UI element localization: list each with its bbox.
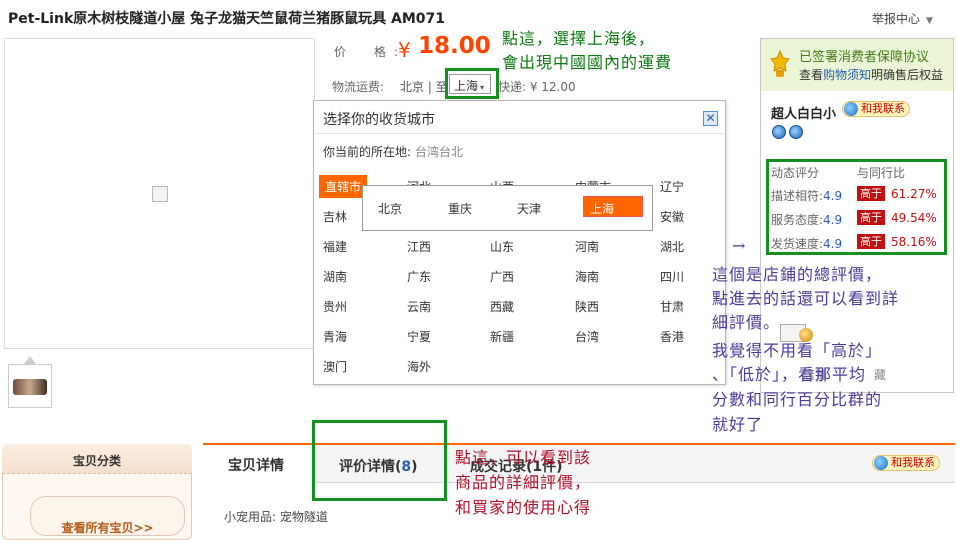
guarantee-hand-icon	[769, 49, 791, 78]
item-category: 小宠用品: 宠物隧道	[224, 510, 328, 524]
province-qinghai[interactable]: 青海	[323, 328, 347, 345]
province-jiangxi[interactable]: 江西	[407, 238, 431, 255]
product-title: Pet-Link原木树枝隧道小屋 兔子龙猫天竺鼠荷兰猪豚鼠玩具 AM071	[8, 11, 445, 27]
thumbnail-image	[13, 379, 47, 395]
province-hunan[interactable]: 湖南	[323, 268, 347, 285]
shopping-notice-link[interactable]: 购物须知	[823, 68, 871, 82]
guarantee-title: 已签署消费者保障协议	[799, 50, 930, 65]
wangwang-icon	[844, 102, 858, 116]
seller-credit-badge-icon	[789, 125, 803, 139]
province-tibet[interactable]: 西藏	[490, 298, 514, 315]
province-liaoning[interactable]: 辽宁	[660, 178, 684, 195]
annotation-box-ratings	[766, 159, 947, 255]
contact-seller-button-tab[interactable]: 和我联系	[872, 455, 940, 471]
product-thumbnail[interactable]	[8, 364, 52, 408]
province-hongkong[interactable]: 香港	[660, 328, 684, 345]
price-label: 价 格:	[334, 45, 407, 59]
annotation-bottom-line-3: 和買家的使用心得	[455, 498, 592, 517]
shop-category-title: 宝贝分类	[72, 454, 121, 468]
annotation-box-ship-to	[445, 68, 499, 99]
province-ningxia[interactable]: 宁夏	[407, 328, 431, 345]
shipping-label: 物流运费:	[332, 80, 385, 94]
guarantee-subtitle: 查看购物须知明确售后权益	[799, 66, 943, 83]
annotation-top-line-2: 會出現中國國內的運費	[502, 53, 673, 72]
province-municipalities[interactable]: 直辖市	[319, 175, 368, 198]
view-all-items-button[interactable]: 查看所有宝贝>>	[30, 496, 185, 536]
current-location-label: 你当前的所在地:	[323, 145, 412, 159]
city-beijing[interactable]: 北京	[378, 200, 402, 217]
province-xinjiang[interactable]: 新疆	[490, 328, 514, 345]
city-popup-title: 选择你的收货城市	[323, 112, 435, 128]
contact-seller-label: 和我联系	[861, 102, 905, 115]
province-hainan[interactable]: 海南	[575, 268, 599, 285]
contact-seller-button[interactable]: 和我联系	[842, 101, 910, 117]
price-value: 18.00	[418, 33, 491, 59]
tab-item-details[interactable]: 宝贝详情	[228, 455, 284, 475]
seller-credit-badge-icon	[772, 125, 786, 139]
annotation-right-line-7: 就好了	[712, 415, 764, 434]
popup-divider	[314, 133, 725, 134]
province-guizhou[interactable]: 贵州	[323, 298, 347, 315]
province-guangdong[interactable]: 广东	[407, 268, 431, 285]
annotation-right-line-4: 我覺得不用看「高於」	[712, 341, 883, 360]
province-jilin[interactable]: 吉林	[323, 208, 347, 225]
seller-name[interactable]: 超人白白小	[771, 103, 836, 122]
province-shandong[interactable]: 山东	[490, 238, 514, 255]
wangwang-icon	[874, 456, 888, 470]
province-guangxi[interactable]: 广西	[490, 268, 514, 285]
annotation-right-line-1: 這個是店鋪的總評價，	[712, 265, 883, 284]
chevron-down-icon: ▼	[926, 16, 933, 26]
annotation-arrow-icon: →	[732, 236, 747, 255]
express-fee: 快递: ¥ 12.00	[498, 80, 576, 94]
annotation-right-line-5: 、「低於」，看那平均	[712, 365, 867, 384]
annotation-right-line-2: 點進去的話還可以看到詳	[712, 289, 900, 308]
province-fujian[interactable]: 福建	[323, 238, 347, 255]
contact-seller-label: 和我联系	[891, 456, 935, 469]
main-product-image[interactable]	[4, 38, 315, 349]
collect-shop-button[interactable]: 藏	[874, 366, 886, 383]
annotation-right-line-6: 分數和同行百分比群的	[712, 390, 883, 409]
province-yunnan[interactable]: 云南	[407, 298, 431, 315]
annotation-box-reviews-tab	[312, 420, 447, 501]
province-hubei[interactable]: 湖北	[660, 238, 684, 255]
province-anhui[interactable]: 安徽	[660, 208, 684, 225]
province-macau[interactable]: 澳门	[323, 358, 347, 375]
city-chongqing[interactable]: 重庆	[448, 200, 472, 217]
current-location: 你当前的所在地: 台湾台北	[323, 143, 463, 160]
ship-from: 北京 | 至	[400, 80, 448, 94]
thumbnail-pointer	[24, 356, 36, 364]
currency-symbol: ¥	[398, 38, 411, 62]
guarantee-sub-suffix: 明确售后权益	[871, 68, 944, 82]
province-taiwan[interactable]: 台湾	[575, 328, 599, 345]
province-henan[interactable]: 河南	[575, 238, 599, 255]
guarantee-sub-prefix: 查看	[799, 68, 824, 82]
report-center-menu[interactable]: 举报中心 ▼	[872, 10, 933, 27]
province-shaanxi[interactable]: 陕西	[575, 298, 599, 315]
close-icon[interactable]: ✕	[703, 111, 718, 126]
city-tianjin[interactable]: 天津	[517, 200, 541, 217]
province-sichuan[interactable]: 四川	[660, 268, 684, 285]
broken-image-icon	[152, 186, 168, 202]
annotation-bottom-line-1: 點這，可以看到該	[455, 448, 592, 467]
annotation-top-line-1: 點這，選擇上海後，	[502, 29, 656, 48]
city-selector-popup: 选择你的收货城市 ✕ 你当前的所在地:台湾台北 直辖市 河北 山西 内蒙古 辽宁…	[313, 100, 726, 385]
annotation-right-line-3: 細評價。	[712, 313, 781, 332]
province-overseas[interactable]: 海外	[407, 358, 431, 375]
product-page: Pet-Link原木树枝隧道小屋 兔子龙猫天竺鼠荷兰猪豚鼠玩具 AM071 举报…	[0, 0, 957, 540]
city-shanghai[interactable]: 上海	[583, 196, 643, 217]
report-center-label: 举报中心	[872, 12, 921, 26]
province-gansu[interactable]: 甘肃	[660, 298, 684, 315]
current-location-value: 台湾台北	[415, 145, 464, 159]
municipality-submenu: 北京 重庆 天津 上海	[362, 185, 653, 231]
annotation-bottom-line-2: 商品的詳細評價，	[455, 473, 592, 492]
